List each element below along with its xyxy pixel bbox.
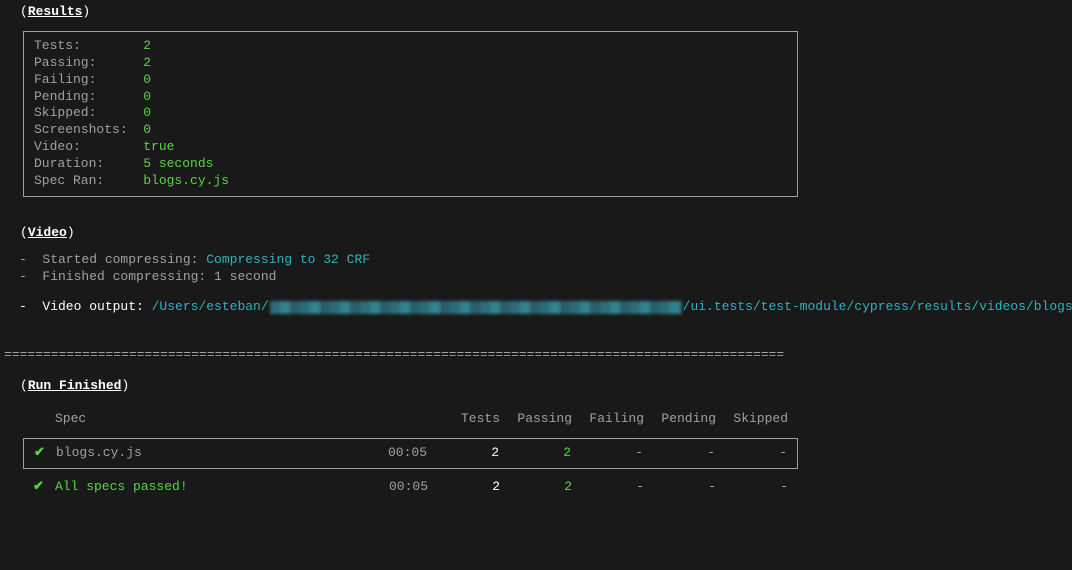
row2-passing: 2 xyxy=(500,479,572,496)
video-output-line: - Video output: /Users/esteban//ui.tests… xyxy=(19,299,1064,316)
label-skipped: Skipped: xyxy=(34,105,143,120)
results-header: (Results) xyxy=(20,4,1064,21)
results-box: Tests: 2 Passing: 2 Failing: 0 Pending: … xyxy=(23,31,798,197)
table-row: ✔ blogs.cy.js 00:05 2 2 - - - xyxy=(23,438,798,469)
value-skipped: 0 xyxy=(143,105,151,120)
video-path-end: /ui.tests/test-module/cypress/results/vi… xyxy=(683,299,1072,314)
value-duration: 5 seconds xyxy=(143,156,213,171)
header-passing: Passing xyxy=(500,411,572,428)
value-specran: blogs.cy.js xyxy=(143,173,229,188)
run-summary-table: Spec Tests Passing Failing Pending Skipp… xyxy=(23,405,798,502)
row1-failing: - xyxy=(571,445,643,462)
header-skipped: Skipped xyxy=(716,411,788,428)
redacted-path xyxy=(270,301,682,314)
label-failing: Failing: xyxy=(34,72,143,87)
value-tests: 2 xyxy=(143,38,151,53)
table-row: ✔ All specs passed! 00:05 2 2 - - - xyxy=(23,473,798,502)
label-passing: Passing: xyxy=(34,55,143,70)
value-screenshots: 0 xyxy=(143,122,151,137)
header-spec: Spec xyxy=(55,411,364,428)
check-icon: ✔ xyxy=(34,445,56,462)
value-failing: 0 xyxy=(143,72,151,87)
row1-tests: 2 xyxy=(427,445,499,462)
video-path-start: /Users/esteban/ xyxy=(152,299,269,314)
video-header: (Video) xyxy=(20,225,1064,242)
label-tests: Tests: xyxy=(34,38,143,53)
row2-tests: 2 xyxy=(428,479,500,496)
value-pending: 0 xyxy=(143,89,151,104)
row1-skipped: - xyxy=(715,445,787,462)
label-video: Video: xyxy=(34,139,143,154)
all-specs-passed: All specs passed! xyxy=(55,479,364,496)
row2-skipped: - xyxy=(716,479,788,496)
divider: ========================================… xyxy=(4,347,1064,364)
row1-pending: - xyxy=(643,445,715,462)
row1-time: 00:05 xyxy=(363,445,427,462)
row2-time: 00:05 xyxy=(364,479,428,496)
label-duration: Duration: xyxy=(34,156,143,171)
spec-name: blogs.cy.js xyxy=(56,445,363,462)
label-pending: Pending: xyxy=(34,89,143,104)
value-video: true xyxy=(143,139,174,154)
check-icon: ✔ xyxy=(33,479,55,496)
video-finished-line: - Finished compressing: 1 second xyxy=(19,269,1064,286)
compressing-value: Compressing to 32 CRF xyxy=(206,252,370,267)
label-specran: Spec Ran: xyxy=(34,173,143,188)
row2-failing: - xyxy=(572,479,644,496)
video-started-line: - Started compressing: Compressing to 32… xyxy=(19,252,1064,269)
header-pending: Pending xyxy=(644,411,716,428)
header-tests: Tests xyxy=(428,411,500,428)
run-finished-header: (Run Finished) xyxy=(20,378,1064,395)
value-passing: 2 xyxy=(143,55,151,70)
table-header-row: Spec Tests Passing Failing Pending Skipp… xyxy=(23,405,798,434)
label-screenshots: Screenshots: xyxy=(34,122,143,137)
header-failing: Failing xyxy=(572,411,644,428)
row1-passing: 2 xyxy=(499,445,571,462)
row2-pending: - xyxy=(644,479,716,496)
